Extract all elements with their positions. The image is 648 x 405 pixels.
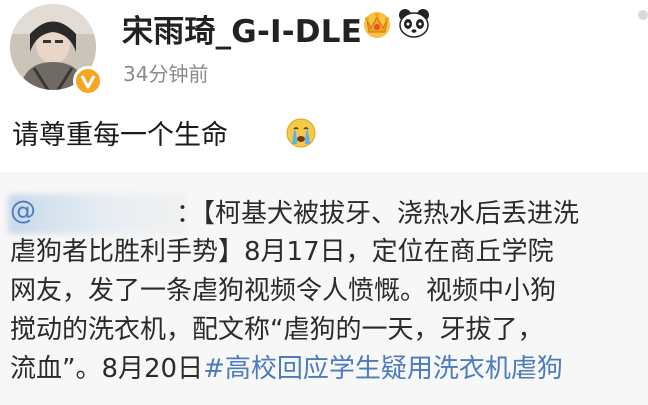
post-header: 宋雨琦_G-I-DLE 34分钟前 <box>0 0 648 100</box>
username[interactable]: 宋雨琦_G-I-DLE <box>122 6 362 51</box>
repost-line-5: 流血”。8月20日#高校回应学生疑用洗衣机虐狗 <box>10 352 563 386</box>
post-timestamp: 34分钟前 <box>123 62 209 86</box>
verified-v-icon <box>80 75 96 89</box>
crying-face-emoji <box>286 118 316 148</box>
repost-line-1: ：【柯基犬被拔牙、浇热水后丢进洗 <box>176 199 580 229</box>
repost-card[interactable]: @ ：【柯基犬被拔牙、浇热水后丢进洗 虐狗者比胜利手势】8月17日，定位在商丘学… <box>0 172 648 405</box>
repost-line-5-text: 流血”。8月20日 <box>10 354 204 384</box>
repost-line-3: 网友，发了一条虐狗视频令人愤慨。视频中小狗 <box>10 276 557 306</box>
panda-badge-icon[interactable] <box>397 6 431 40</box>
crown-badge-icon[interactable] <box>360 6 394 40</box>
repost-line-4: 搅动的洗衣机，配文称“虐狗的一天，牙拔了， <box>10 315 544 345</box>
mention-at-sign[interactable]: @ <box>10 196 36 226</box>
repost-line-2: 虐狗者比胜利手势】8月17日，定位在商丘学院 <box>10 237 554 267</box>
more-indicator <box>638 10 648 20</box>
hashtag-link[interactable]: #高校回应学生疑用洗衣机虐狗 <box>203 354 563 384</box>
avatar-container[interactable] <box>10 4 103 96</box>
verified-badge <box>73 66 103 96</box>
post-text: 请尊重每一个生命 <box>12 120 228 151</box>
